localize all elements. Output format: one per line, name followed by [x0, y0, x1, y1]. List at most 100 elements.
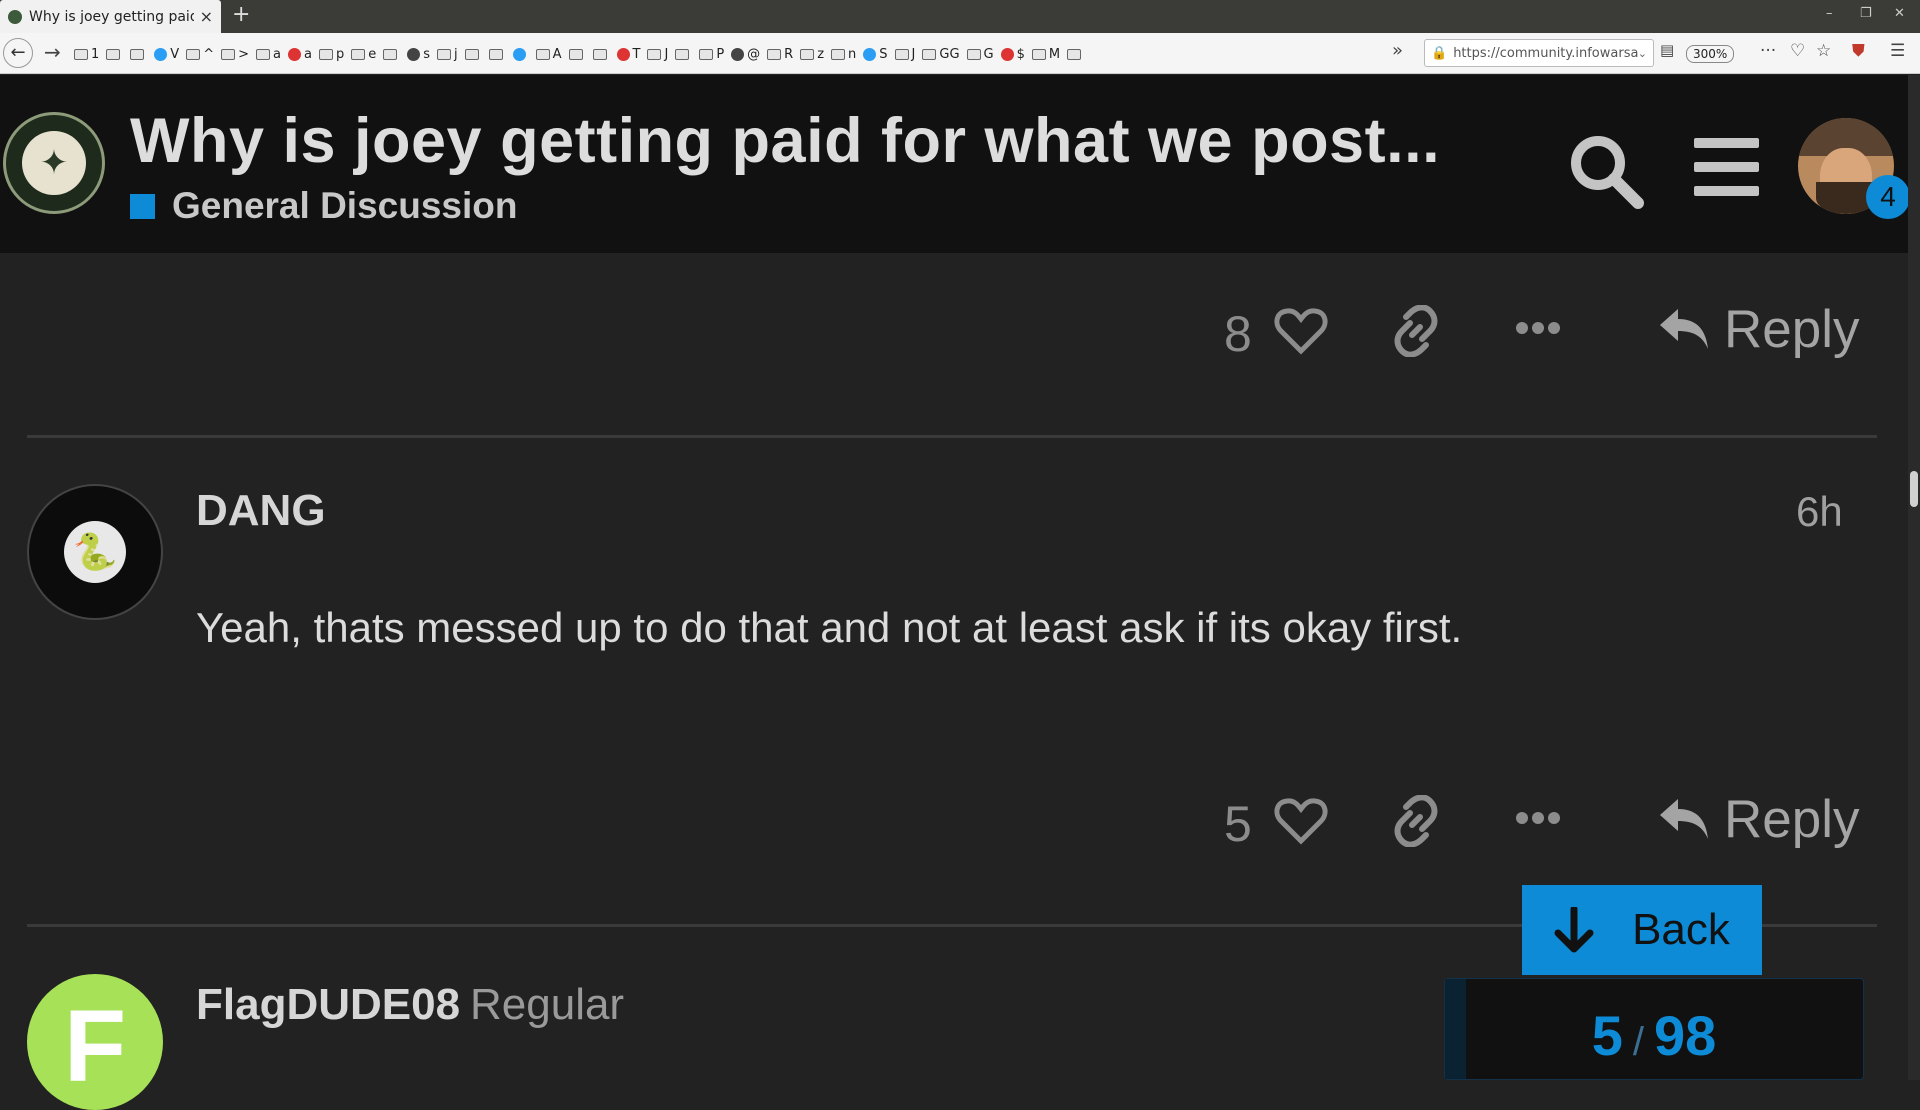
bookmarks-overflow-icon[interactable]: »	[1392, 40, 1403, 61]
more-options-icon[interactable]	[1516, 812, 1560, 824]
bookmark-icon	[436, 48, 451, 60]
post-username[interactable]: FlagDUDE08	[196, 980, 460, 1030]
post-username[interactable]: DANG	[196, 486, 326, 536]
bookmark-item[interactable]: J	[894, 47, 915, 62]
bookmark-item[interactable]: M	[1031, 46, 1061, 62]
bookmark-item[interactable]	[488, 48, 506, 60]
restore-window-icon[interactable]: ❐	[1860, 6, 1872, 21]
page-scrollbar[interactable]	[1908, 75, 1920, 1080]
bookmark-item[interactable]	[130, 48, 147, 60]
browser-back-icon[interactable]: ←	[3, 38, 33, 68]
bookmark-item[interactable]: S	[863, 46, 888, 62]
bookmark-label: A	[552, 46, 562, 62]
browser-forward-icon[interactable]: →	[44, 40, 61, 64]
url-dropdown-icon[interactable]: ⌄	[1638, 47, 1647, 60]
bookmark-icon	[407, 47, 421, 61]
bookmark-item[interactable]: T	[616, 47, 640, 62]
bookmark-icon	[351, 48, 366, 60]
hamburger-menu-icon[interactable]	[1694, 138, 1759, 196]
browser-menu-icon[interactable]: ☰	[1890, 41, 1905, 61]
bookmark-label: G	[983, 46, 994, 62]
bookmark-item[interactable]: n	[831, 47, 856, 62]
bookmark-item[interactable]: V	[154, 47, 179, 62]
bookmark-item[interactable]: R	[767, 47, 793, 62]
new-tab-icon[interactable]: +	[232, 2, 250, 27]
bookmark-star-icon[interactable]: ☆	[1816, 41, 1831, 61]
post-actions: 5 Reply	[1214, 785, 1860, 855]
topic-timeline[interactable]: 5/98	[1444, 978, 1864, 1080]
page-actions-icon[interactable]: ···	[1760, 41, 1776, 61]
bookmark-item[interactable]: s	[407, 47, 430, 62]
bookmark-icon	[74, 48, 88, 60]
bookmark-item[interactable]: P	[699, 47, 724, 62]
reader-view-icon[interactable]: ▤	[1660, 41, 1674, 59]
bookmark-item[interactable]	[383, 48, 400, 60]
bookmark-item[interactable]	[568, 48, 586, 60]
bookmark-icon	[221, 48, 236, 60]
bookmark-label: s	[423, 46, 430, 62]
pocket-icon[interactable]: ♡	[1790, 41, 1805, 61]
topic-category[interactable]: General Discussion	[130, 185, 517, 227]
share-link-icon[interactable]	[1390, 795, 1442, 847]
browser-navigation-bar: ← → 1 V ^ > a a p e s j A T J P @ Rz n S J GG G $ M » 🔒 https:…	[0, 33, 1920, 74]
bookmark-item[interactable]: >	[221, 47, 249, 62]
topic-title[interactable]: Why is joey getting paid for what we pos…	[130, 105, 1440, 177]
close-window-icon[interactable]: ✕	[1894, 6, 1905, 21]
minimize-window-icon[interactable]: –	[1826, 6, 1833, 21]
address-bar[interactable]: 🔒 https://community.infowarsarmy.com ⌄	[1424, 39, 1654, 67]
bookmark-item[interactable]: ^	[186, 47, 214, 62]
user-avatar-flagdude08[interactable]: F	[27, 974, 163, 1110]
user-avatar-dang[interactable]: 🐍	[27, 484, 163, 620]
bookmark-item[interactable]: a	[287, 47, 312, 62]
bookmark-label: j	[453, 46, 458, 62]
zoom-level[interactable]: 300%	[1686, 45, 1735, 63]
bookmark-label: S	[879, 46, 888, 62]
bookmark-item[interactable]: $	[1000, 46, 1025, 62]
bookmark-item[interactable]	[106, 48, 123, 60]
bookmark-label: P	[716, 46, 725, 62]
bookmark-icon	[318, 48, 333, 60]
scrollbar-thumb[interactable]	[1910, 471, 1918, 507]
like-heart-icon[interactable]	[1274, 797, 1328, 845]
like-count: 5	[1224, 796, 1252, 852]
reply-button[interactable]: Reply	[1658, 299, 1860, 360]
bookmark-item[interactable]: p	[318, 47, 344, 62]
bookmark-item[interactable]: z	[800, 47, 824, 62]
bookmark-item[interactable]	[592, 48, 610, 60]
like-heart-icon[interactable]	[1274, 307, 1328, 355]
back-button[interactable]: Back	[1522, 885, 1762, 975]
bookmark-icon	[535, 48, 550, 60]
bookmark-icon	[592, 48, 607, 60]
bookmark-item[interactable]: e	[351, 47, 376, 62]
bookmark-item[interactable]	[512, 47, 529, 61]
bookmark-item[interactable]: @	[731, 47, 760, 62]
browser-tab[interactable]: Why is joey getting paid for what we pos…	[0, 0, 221, 33]
bookmark-item[interactable]: j	[436, 46, 458, 62]
bookmark-item[interactable]	[1067, 48, 1084, 60]
bookmark-icon	[1067, 48, 1082, 60]
bookmark-item[interactable]: 1	[74, 47, 99, 62]
user-title: Regular	[470, 980, 625, 1029]
site-logo[interactable]: ✦	[3, 112, 105, 214]
bookmark-item[interactable]: A	[535, 46, 562, 62]
bookmark-icon	[154, 47, 168, 61]
bookmark-label: M	[1048, 46, 1061, 62]
search-icon[interactable]	[1566, 131, 1646, 211]
more-options-icon[interactable]	[1516, 322, 1560, 334]
bookmark-item[interactable]	[675, 48, 692, 60]
bookmark-label: $	[1016, 46, 1025, 62]
bookmark-item[interactable]: J	[647, 47, 668, 62]
ublock-extension-icon[interactable]: ⛊	[1852, 41, 1865, 61]
bookmark-icon	[699, 48, 714, 60]
close-tab-icon[interactable]: ×	[200, 7, 213, 26]
share-link-icon[interactable]	[1390, 305, 1442, 357]
post-date[interactable]: 6h	[1796, 488, 1843, 536]
bookmark-item[interactable]: GG	[922, 47, 960, 62]
bookmark-icon	[106, 48, 121, 60]
bookmark-item[interactable]: G	[966, 46, 994, 62]
bookmark-item[interactable]	[464, 48, 482, 60]
bookmark-icon	[675, 48, 690, 60]
reply-button[interactable]: Reply	[1658, 789, 1860, 850]
notification-badge[interactable]: 4	[1866, 175, 1910, 219]
bookmark-item[interactable]: a	[256, 47, 281, 62]
